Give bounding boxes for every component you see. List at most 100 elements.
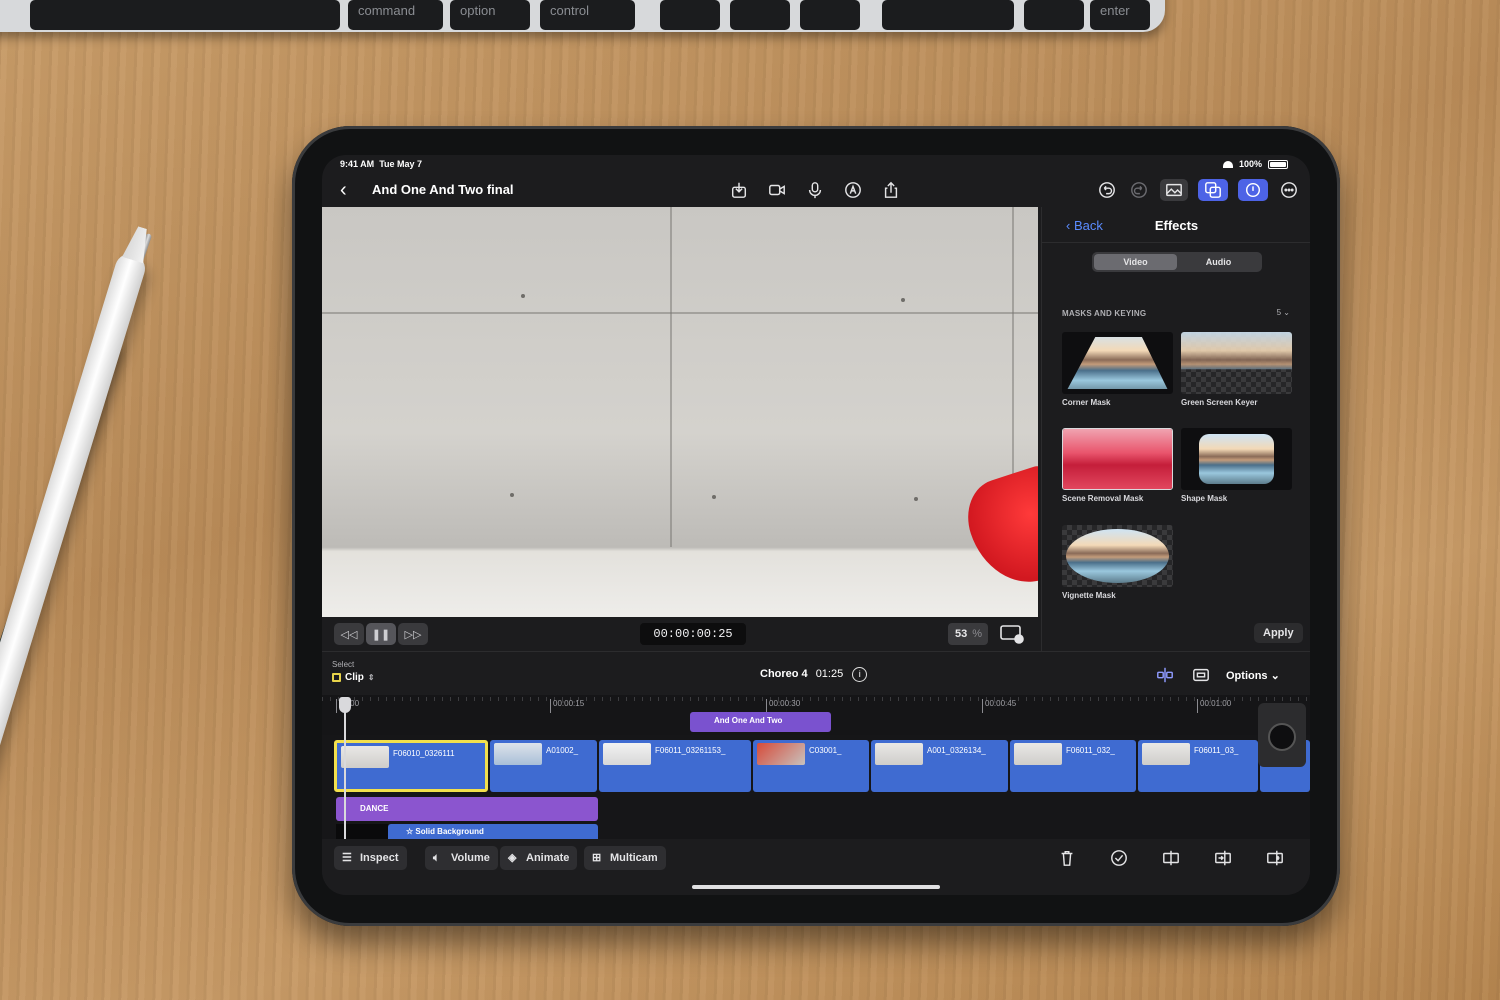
video-clip[interactable]: F06010_0326111 (334, 740, 488, 792)
keyboard-key (1024, 0, 1084, 30)
effect-green-screen-keyer[interactable] (1181, 332, 1292, 394)
wall-hole (901, 298, 905, 302)
wall-seam (322, 312, 1038, 314)
fast-forward-icon[interactable]: ▷▷ (398, 623, 428, 645)
video-audio-segmented-control: Video Audio (1092, 252, 1262, 272)
viewer-zoom[interactable]: 53% (948, 623, 988, 645)
undo-icon[interactable] (1096, 179, 1118, 201)
jog-wheel[interactable] (1258, 703, 1306, 767)
effects-panel: Effects ‹ Back Video Audio MASKS AND KEY… (1041, 207, 1310, 651)
trash-icon[interactable] (1056, 847, 1078, 869)
keyboard: command option control enter (0, 0, 1165, 32)
camera-icon[interactable] (766, 179, 788, 201)
volume-button[interactable]: 🔈︎ Volume (425, 846, 498, 870)
share-icon[interactable] (880, 179, 902, 201)
jog-knob[interactable] (1268, 723, 1296, 751)
tab-audio[interactable]: Audio (1177, 254, 1260, 270)
rewind-icon[interactable]: ◁◁ (334, 623, 364, 645)
video-clip[interactable]: F06011_032_ (1010, 740, 1136, 792)
keyboard-key (882, 0, 1014, 30)
import-icon[interactable] (728, 179, 750, 201)
clip-thumbnail (494, 743, 542, 765)
title-clip[interactable]: And One And Two (690, 712, 831, 732)
checkmark-icon[interactable] (1108, 847, 1130, 869)
apple-pencil (0, 250, 149, 833)
photos-icon[interactable] (1160, 179, 1188, 201)
zoom-unit: % (972, 628, 983, 640)
chevron-down-icon: ⌄ (1270, 669, 1280, 682)
split-icon[interactable] (1160, 847, 1182, 869)
audio-clip-label: DANCE (360, 804, 389, 813)
project-info: Choreo 4 01:25 i (760, 667, 868, 682)
video-clip[interactable]: C03001_ (753, 740, 869, 792)
landscape-thumb (1067, 336, 1168, 390)
back-chevron-icon[interactable]: ‹ (340, 179, 347, 202)
video-clip[interactable]: A01002_ (490, 740, 597, 792)
project-duration: 01:25 (815, 668, 844, 680)
wall-hole (712, 495, 716, 499)
pause-icon[interactable]: ❚❚ (366, 623, 396, 645)
inspect-button[interactable]: ☰ Inspect (334, 846, 407, 870)
microphone-icon[interactable] (804, 179, 826, 201)
video-viewer[interactable] (322, 207, 1038, 617)
project-name: Choreo 4 (760, 668, 808, 680)
redo-icon[interactable] (1128, 179, 1150, 201)
wall-seam (670, 207, 672, 547)
trim-start-icon[interactable] (1212, 847, 1234, 869)
multicam-button[interactable]: ⊞ Multicam (584, 846, 666, 870)
home-indicator[interactable] (692, 885, 940, 889)
apply-button[interactable]: Apply (1254, 623, 1303, 643)
snapping-icon[interactable] (1154, 664, 1176, 686)
markup-icon[interactable] (842, 179, 864, 201)
video-clip[interactable]: A001_0326134_ (871, 740, 1008, 792)
effect-label: Corner Mask (1062, 398, 1111, 407)
multicam-label: Multicam (610, 852, 658, 864)
playhead[interactable] (339, 697, 351, 839)
options-menu[interactable]: Options ⌄ (1226, 669, 1280, 682)
clip-label: C03001_ (809, 746, 842, 755)
video-clip[interactable]: F06011_03_ (1138, 740, 1258, 792)
effects-browser-icon[interactable] (1198, 179, 1228, 201)
section-count[interactable]: 5 ⌄ (1277, 308, 1290, 317)
control-key: control (540, 0, 635, 30)
effect-vignette-mask[interactable] (1062, 525, 1173, 587)
status-date: Tue May 7 (379, 159, 423, 169)
project-title: And One And Two final (372, 182, 514, 197)
display-options-icon[interactable] (1000, 624, 1024, 644)
command-key: command (348, 0, 443, 30)
status-bar: 9:41 AM Tue May 7 100% (322, 155, 1310, 175)
status-time: 9:41 AM (340, 159, 375, 169)
wall-hole (521, 294, 525, 298)
battery-icon (1268, 159, 1288, 169)
clip-label: F06011_03261153_ (655, 746, 726, 755)
timeline-view-icon[interactable] (1190, 664, 1212, 686)
clip-thumbnail (1014, 743, 1062, 765)
top-toolbar: ‹ And One And Two final (322, 175, 1310, 207)
inspector-icon[interactable] (1238, 179, 1268, 201)
keyboard-key (730, 0, 790, 30)
landscape-thumb (1066, 529, 1169, 583)
effects-back-button[interactable]: ‹ Back (1066, 218, 1103, 233)
timecode-display[interactable]: 00:00:00:25 (640, 623, 746, 645)
info-icon[interactable]: i (852, 667, 868, 682)
clip-label: F06011_032_ (1066, 746, 1115, 755)
select-mode-picker[interactable]: Clip ⇕ (332, 672, 375, 683)
more-icon[interactable] (1278, 179, 1300, 201)
animate-button[interactable]: ◈ Animate (500, 846, 578, 870)
keyboard-key (660, 0, 720, 30)
tab-video[interactable]: Video (1094, 254, 1177, 270)
back-label: Back (1073, 218, 1103, 233)
wall-hole (510, 493, 514, 497)
animate-label: Animate (526, 852, 570, 864)
effect-corner-mask[interactable] (1062, 332, 1173, 394)
generator-clip[interactable]: ☆ Solid Background (388, 824, 598, 839)
video-clip[interactable]: F06011_03261153_ (599, 740, 751, 792)
trim-end-icon[interactable] (1264, 847, 1286, 869)
grid-icon: ⊞ (592, 852, 602, 864)
effect-label: Green Screen Keyer (1181, 398, 1258, 407)
generator-label: Solid Background (415, 827, 484, 836)
audio-clip-dance[interactable]: DANCE (336, 797, 598, 821)
effect-shape-mask[interactable] (1181, 428, 1292, 490)
landscape-thumb (1199, 434, 1274, 484)
effect-scene-removal-mask[interactable] (1062, 428, 1173, 490)
